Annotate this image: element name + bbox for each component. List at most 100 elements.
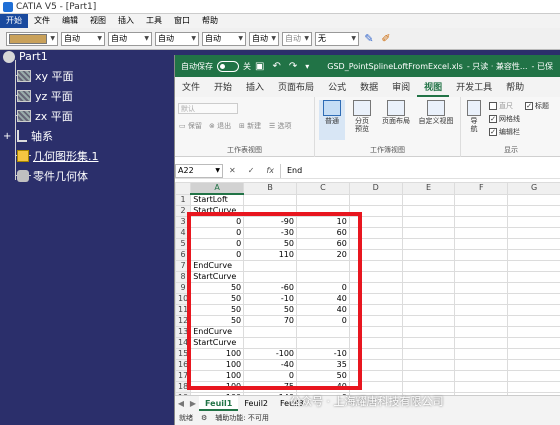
cell[interactable]	[507, 359, 560, 371]
column-header[interactable]: D	[348, 182, 403, 195]
formula-bar-checkbox[interactable]: ✓ 编辑栏	[489, 127, 520, 137]
tab-file[interactable]: 文件	[175, 79, 207, 97]
status-accessibility[interactable]: 辅助功能: 不可用	[215, 413, 269, 423]
cell[interactable]	[401, 216, 456, 228]
cell[interactable]	[401, 304, 456, 316]
cancel-icon[interactable]: ✕	[229, 166, 236, 175]
cell[interactable]	[507, 381, 560, 393]
cell[interactable]	[401, 315, 456, 327]
tree-part-body[interactable]: 零件几何体	[17, 168, 88, 184]
cell[interactable]	[454, 304, 509, 316]
menu-tools[interactable]: 工具	[140, 14, 168, 28]
cell[interactable]	[401, 359, 456, 371]
navigation-button[interactable]: 导 航	[465, 100, 483, 133]
sheet-tab-feuil1[interactable]: Feuil1	[199, 396, 239, 411]
function-icon[interactable]: fx	[266, 166, 274, 175]
cell[interactable]	[507, 249, 560, 261]
enter-icon[interactable]: ✓	[248, 166, 255, 175]
cell[interactable]	[454, 238, 509, 250]
tree-axis-system[interactable]: + 轴系	[3, 128, 53, 144]
autosave-toggle[interactable]	[217, 60, 239, 72]
new-view-button[interactable]: ⊞ 新建	[239, 121, 261, 131]
cell[interactable]	[507, 337, 560, 349]
cell[interactable]	[401, 193, 456, 206]
cell[interactable]	[454, 370, 509, 382]
painter-icon[interactable]: ✐	[379, 32, 393, 46]
cell[interactable]	[401, 370, 456, 382]
menu-insert[interactable]: 插入	[112, 14, 140, 28]
tab-home[interactable]: 开始	[207, 79, 239, 97]
cell[interactable]	[507, 315, 560, 327]
cell[interactable]	[243, 193, 297, 206]
menu-view[interactable]: 视图	[84, 14, 112, 28]
ruler-checkbox[interactable]: 直尺	[489, 101, 513, 111]
column-header[interactable]: C	[296, 182, 350, 195]
options-button[interactable]: ☰ 选项	[269, 121, 292, 131]
color-dropdown[interactable]: ▼	[6, 31, 58, 46]
cell[interactable]	[454, 337, 509, 349]
prev-sheet-icon[interactable]: ◀	[175, 399, 187, 408]
cell[interactable]	[507, 304, 560, 316]
tree-zx-plane[interactable]: zx 平面	[17, 108, 73, 124]
tree-xy-plane[interactable]: xy 平面	[17, 68, 74, 84]
redo-icon[interactable]: ↷	[289, 61, 297, 72]
undo-icon[interactable]: ↶	[272, 61, 280, 72]
cell[interactable]	[454, 216, 509, 228]
cell[interactable]	[507, 216, 560, 228]
tab-data[interactable]: 数据	[353, 79, 385, 97]
cell[interactable]	[401, 282, 456, 294]
cell[interactable]	[507, 238, 560, 250]
menu-file[interactable]: 文件	[28, 14, 56, 28]
tree-geometrical-set[interactable]: 几何图形集.1	[17, 148, 99, 164]
cell[interactable]	[401, 238, 456, 250]
cell[interactable]	[401, 260, 456, 272]
cell[interactable]	[454, 271, 509, 283]
cell[interactable]	[454, 260, 509, 272]
cell[interactable]	[454, 315, 509, 327]
cell[interactable]	[507, 348, 560, 360]
cell[interactable]	[348, 193, 403, 206]
cell[interactable]	[401, 227, 456, 239]
column-header[interactable]: E	[401, 182, 456, 195]
cell[interactable]	[401, 205, 456, 217]
cell[interactable]	[507, 326, 560, 338]
tab-review[interactable]: 审阅	[385, 79, 417, 97]
cell[interactable]	[454, 205, 509, 217]
cell[interactable]	[507, 370, 560, 382]
cell[interactable]	[454, 381, 509, 393]
cell[interactable]	[454, 227, 509, 239]
tab-view[interactable]: 视图	[417, 79, 450, 97]
tree-yz-plane[interactable]: yz 平面	[17, 88, 73, 104]
column-header[interactable]: G	[507, 182, 560, 195]
cell[interactable]	[507, 293, 560, 305]
sheet-tab-feuil2[interactable]: Feuil2	[238, 396, 274, 411]
tab-formulas[interactable]: 公式	[321, 79, 353, 97]
cell[interactable]	[401, 249, 456, 261]
headings-checkbox[interactable]: ✓ 标题	[525, 101, 549, 111]
cell[interactable]	[296, 193, 350, 206]
cell[interactable]	[507, 271, 560, 283]
layer-dropdown-a[interactable]: 自动 ▼	[249, 31, 279, 46]
menu-help[interactable]: 帮助	[196, 14, 224, 28]
page-layout-button[interactable]: 页面布局	[379, 100, 413, 125]
gridlines-checkbox[interactable]: ✓ 网格线	[489, 114, 520, 124]
tab-page-layout[interactable]: 页面布局	[271, 79, 321, 97]
cell[interactable]	[454, 249, 509, 261]
tab-help[interactable]: 帮助	[499, 79, 531, 97]
lineweight-dropdown[interactable]: 自动 ▼	[155, 31, 199, 46]
page-break-button[interactable]: 分页 预览	[349, 100, 375, 133]
cell[interactable]	[454, 348, 509, 360]
tree-root-part[interactable]: Part1	[3, 50, 48, 63]
next-sheet-icon[interactable]: ▶	[187, 399, 199, 408]
cell[interactable]	[401, 326, 456, 338]
tab-developer[interactable]: 开发工具	[449, 79, 499, 97]
keep-button[interactable]: ▭ 保留	[179, 121, 202, 131]
customize-qat-icon[interactable]: ▾	[305, 62, 309, 71]
cell[interactable]	[454, 359, 509, 371]
cell[interactable]	[454, 193, 509, 206]
menu-edit[interactable]: 编辑	[56, 14, 84, 28]
cell[interactable]	[507, 282, 560, 294]
column-header[interactable]: A	[190, 182, 245, 195]
normal-view-button[interactable]: 普通	[319, 100, 345, 140]
paint-brush-icon[interactable]: ✎	[362, 32, 376, 46]
